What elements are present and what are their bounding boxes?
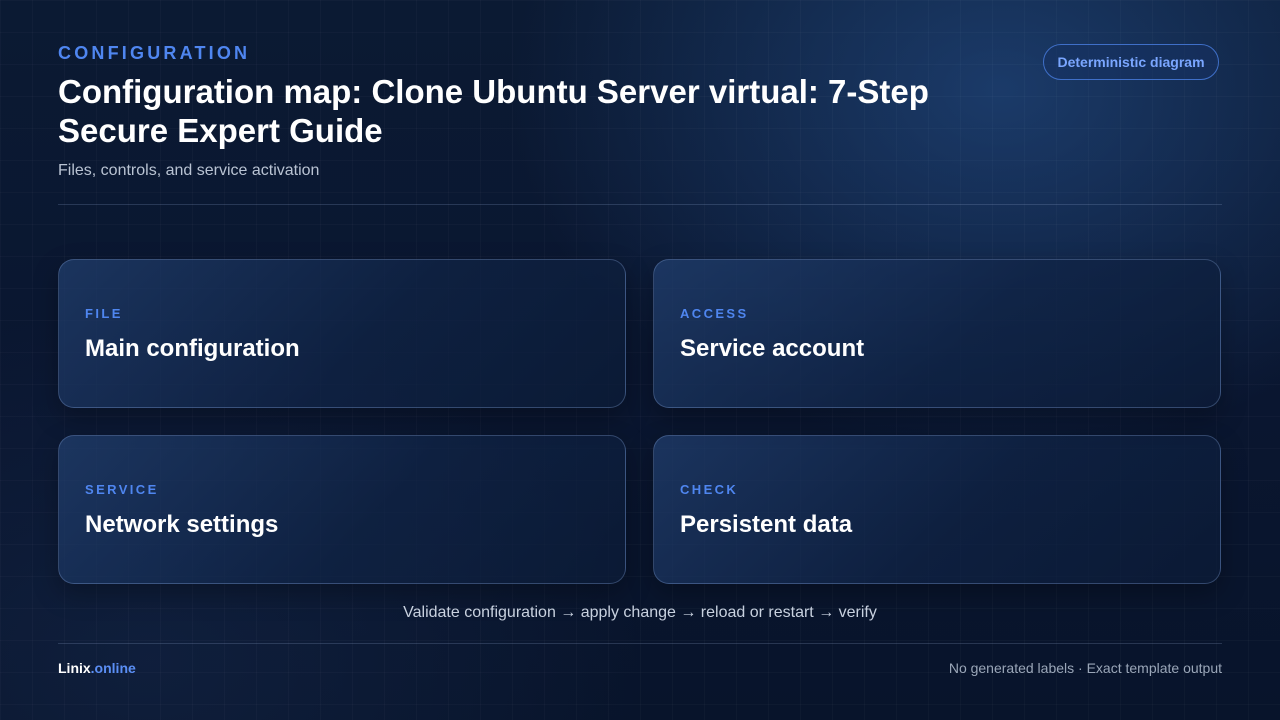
brand-name: Linix	[58, 660, 91, 676]
card-category: ACCESS	[680, 306, 749, 321]
config-card-check: CHECK Persistent data	[653, 435, 1221, 584]
card-label: Network settings	[85, 511, 279, 538]
card-category: SERVICE	[85, 482, 159, 497]
workflow-steps: Validate configuration → apply change → …	[403, 604, 877, 621]
page-title: Configuration map: Clone Ubuntu Server v…	[58, 73, 929, 149]
header-divider	[58, 204, 1222, 205]
section-eyebrow: CONFIGURATION	[58, 43, 251, 63]
card-label: Main configuration	[85, 335, 300, 362]
diagram-type-badge: Deterministic diagram	[1043, 44, 1219, 80]
card-category: CHECK	[680, 482, 739, 497]
card-label: Persistent data	[680, 511, 853, 538]
config-card-access: ACCESS Service account	[653, 259, 1221, 408]
footer-note: No generated labels · Exact template out…	[948, 660, 1222, 676]
brand-tld: .online	[90, 660, 136, 676]
footer-divider	[58, 643, 1222, 644]
card-category: FILE	[85, 306, 123, 321]
brand-logo: Linix.online	[58, 660, 136, 676]
card-label: Service account	[680, 335, 865, 362]
config-card-service: SERVICE Network settings	[58, 435, 626, 584]
page-subtitle: Files, controls, and service activation	[58, 162, 320, 179]
config-card-file: FILE Main configuration	[58, 259, 626, 408]
